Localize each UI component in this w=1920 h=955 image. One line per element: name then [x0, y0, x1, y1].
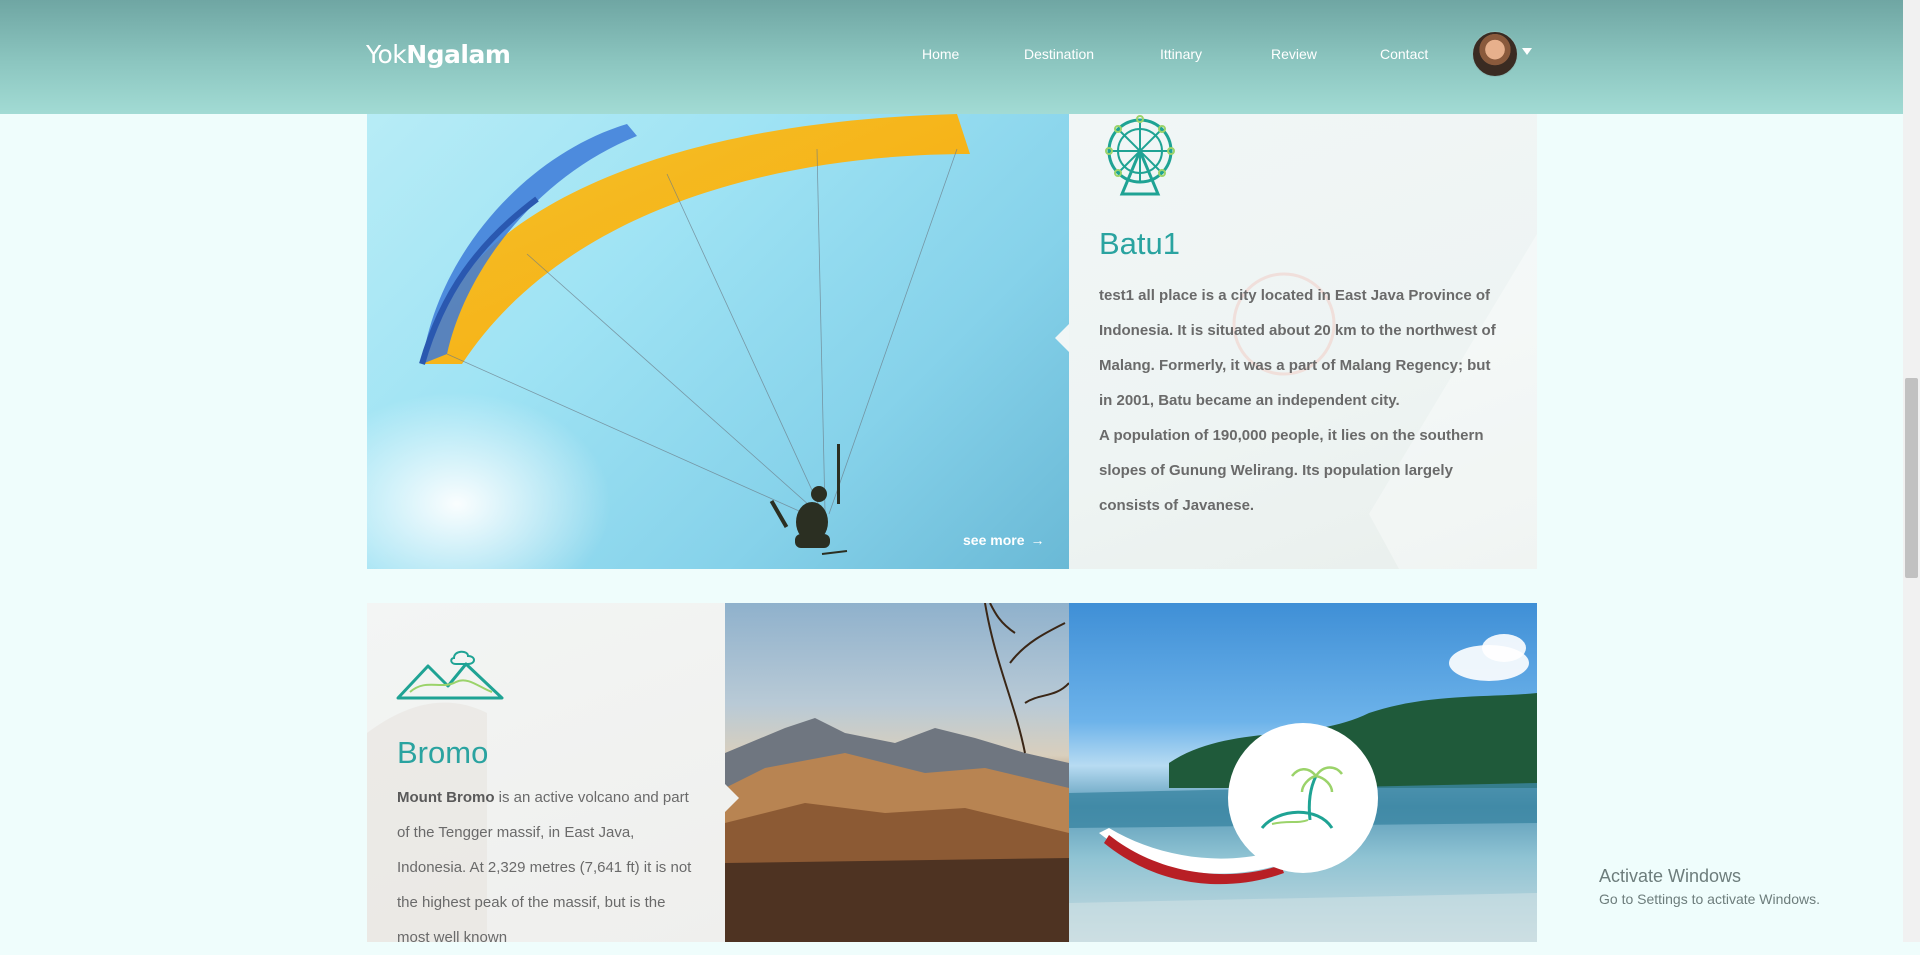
volcano-illustration: [725, 603, 1069, 942]
see-more-link[interactable]: see more →: [963, 532, 1044, 548]
caret-down-icon[interactable]: [1522, 48, 1532, 55]
logo-bold-text: Ngalam: [406, 40, 511, 69]
activate-windows-title: Activate Windows: [1599, 866, 1742, 886]
nav-contact[interactable]: Contact: [1380, 46, 1428, 62]
activate-windows-subtitle: Go to Settings to activate Windows.: [1599, 891, 1820, 907]
batu-paragraph-2: A population of 190,000 people, it lies …: [1099, 427, 1484, 514]
site-logo[interactable]: YokNgalam: [366, 40, 511, 69]
user-avatar[interactable]: [1472, 31, 1518, 77]
page-scrollbar-thumb[interactable]: [1905, 378, 1918, 578]
bromo-bold-name: Mount Bromo: [397, 789, 495, 806]
arrow-right-icon: →: [1030, 532, 1045, 548]
bromo-description: Mount Bromo is an active volcano and par…: [397, 780, 697, 955]
beach-icon-badge: [1228, 723, 1378, 873]
ferris-wheel-icon: [1105, 115, 1175, 196]
logo-light-text: Yok: [366, 40, 407, 69]
nav-home[interactable]: Home: [922, 46, 959, 62]
bromo-body-text: is an active volcano and part of the Ten…: [397, 789, 692, 946]
nav-ittinary[interactable]: Ittinary: [1160, 46, 1202, 62]
batu-description: test1 all place is a city located in Eas…: [1099, 278, 1499, 523]
batu-paragraph-1: test1 all place is a city located in Eas…: [1099, 287, 1496, 409]
nav-destination[interactable]: Destination: [1024, 46, 1094, 62]
panel-pointer: [725, 784, 739, 812]
paragliding-photo: [367, 114, 1069, 569]
mountain-icon: [396, 650, 504, 700]
palm-island-icon: [1260, 766, 1343, 830]
batu-title: Batu1: [1099, 226, 1181, 261]
bromo-title: Bromo: [397, 735, 489, 770]
panel-pointer: [1055, 324, 1069, 352]
see-more-label: see more: [963, 532, 1025, 548]
paraglider-illustration: [419, 114, 970, 555]
nav-review[interactable]: Review: [1271, 46, 1317, 62]
bromo-photo: [725, 603, 1069, 942]
top-navbar: YokNgalam Home Destination Ittinary Revi…: [0, 0, 1903, 114]
